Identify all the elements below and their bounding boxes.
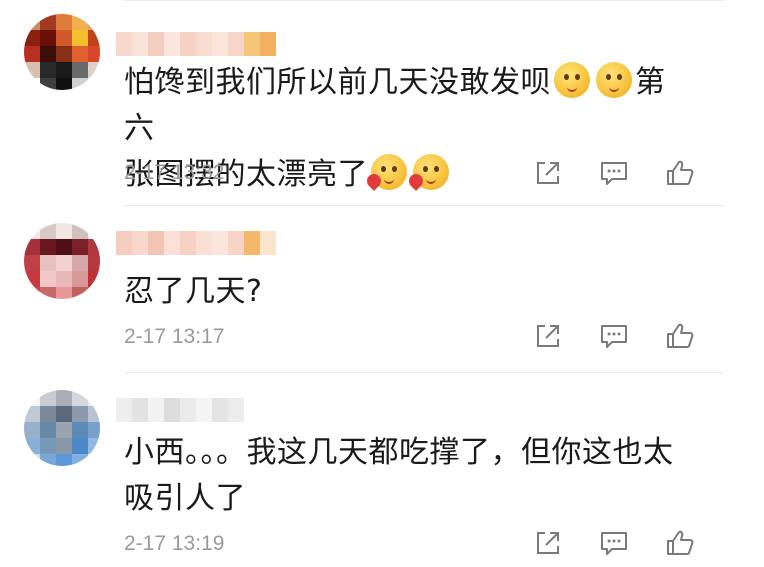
drooling-face-emoji (554, 62, 590, 98)
avatar[interactable] (24, 390, 100, 466)
thumbs-up-icon[interactable] (664, 320, 696, 352)
comment-text: 忍了几天? (124, 269, 684, 315)
comment-text-line: 小西。。。我这几天都吃撑了，但你这也太 (124, 435, 674, 470)
username-redacted[interactable] (116, 231, 276, 255)
username-redacted[interactable] (116, 398, 244, 422)
comment-item: 怕馋到我们所以前几天没敢发呗 第六 张图摆的太漂亮了 2-17 13:32 (0, 0, 764, 206)
comment-actions (530, 320, 700, 356)
comment-text-line: 怕馋到我们所以前几天没敢发呗 (124, 65, 551, 100)
comment-timestamp: 2-17 13:19 (124, 532, 225, 555)
avatar[interactable] (24, 14, 100, 90)
share-icon[interactable] (532, 157, 564, 189)
comment-actions (530, 157, 700, 193)
comment-item: 忍了几天? 2-17 13:17 (0, 205, 764, 373)
thumbs-up-icon[interactable] (664, 527, 696, 559)
username-redacted[interactable] (116, 32, 276, 56)
share-icon[interactable] (532, 320, 564, 352)
comment-text-line: 忍了几天? (124, 274, 263, 309)
comment-text-line: 吸引人了 (124, 481, 246, 516)
thumbs-up-icon[interactable] (664, 157, 696, 189)
drooling-face-emoji (596, 62, 632, 98)
comment-actions (530, 527, 700, 563)
heart-kiss-emoji (406, 154, 449, 191)
comment-text: 小西。。。我这几天都吃撑了，但你这也太 吸引人了 (124, 430, 684, 522)
comment-timestamp: 2-17 13:17 (124, 325, 225, 348)
avatar[interactable] (24, 223, 100, 299)
comment-icon[interactable] (598, 157, 630, 189)
comment-item: 小西。。。我这几天都吃撑了，但你这也太 吸引人了 2-17 13:19 (0, 372, 764, 567)
heart-kiss-emoji (364, 154, 407, 191)
comment-icon[interactable] (598, 320, 630, 352)
comment-icon[interactable] (598, 527, 630, 559)
share-icon[interactable] (532, 527, 564, 559)
comment-timestamp: 2-17 13:32 (124, 161, 225, 184)
